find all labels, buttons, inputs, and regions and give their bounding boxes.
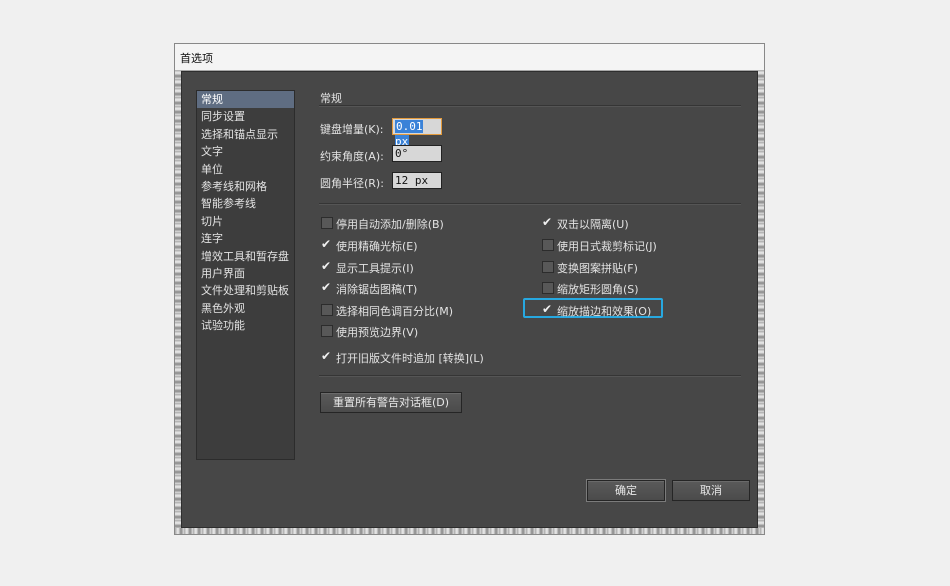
checkbox-label: 使用预览边界(V): [336, 326, 419, 339]
checkbox-box[interactable]: [321, 217, 333, 229]
ok-button[interactable]: 确定: [587, 480, 665, 501]
sidebar-item-smart-guides[interactable]: 智能参考线: [197, 195, 294, 212]
keyboard-increment-value: 0.01 px: [395, 120, 423, 148]
corner-radius-label: 圆角半径(R):: [320, 177, 384, 190]
checkbox-label: 双击以隔离(U): [557, 218, 629, 231]
checkbox-label: 消除锯齿图稿(T): [336, 283, 418, 296]
checkbox-box[interactable]: ✔: [321, 280, 333, 294]
divider: [319, 105, 741, 107]
checkbox-label: 缩放矩形圆角(S): [557, 283, 639, 296]
checkbox-label: 选择相同色调百分比(M): [336, 305, 454, 318]
frame-edge-bottom: [175, 528, 764, 534]
cancel-button[interactable]: 取消: [672, 480, 750, 501]
corner-radius-input[interactable]: 12 px: [392, 172, 442, 189]
checkbox-box[interactable]: ✔: [321, 349, 333, 363]
checkbox-label: 变换图案拼贴(F): [557, 262, 638, 275]
checkbox-label: 缩放描边和效果(O): [557, 305, 652, 318]
sidebar-item-experimental[interactable]: 试验功能: [197, 317, 294, 334]
sidebar-item-type[interactable]: 文字: [197, 143, 294, 160]
keyboard-increment-label: 键盘增量(K):: [320, 123, 384, 136]
sidebar-item-guides-grid[interactable]: 参考线和网格: [197, 178, 294, 195]
sidebar-item-sync-settings[interactable]: 同步设置: [197, 108, 294, 125]
checkbox-label: 停用自动添加/删除(B): [336, 218, 444, 231]
title-bar[interactable]: 首选项: [175, 44, 764, 71]
checkbox-box[interactable]: [542, 282, 554, 294]
checkbox-label: 使用精确光标(E): [336, 240, 418, 253]
checkbox-label: 显示工具提示(I): [336, 262, 414, 275]
checkbox-box[interactable]: ✔: [542, 302, 554, 316]
keyboard-increment-input[interactable]: 0.01 px: [392, 118, 442, 148]
divider: [319, 203, 741, 205]
sidebar-item-units[interactable]: 单位: [197, 161, 294, 178]
sidebar-item-user-interface[interactable]: 用户界面: [197, 265, 294, 282]
frame-edge-right: [758, 70, 764, 534]
checkmark-icon: ✔: [321, 349, 332, 363]
dialog-content: 常规 同步设置 选择和锚点显示 文字 单位 参考线和网格 智能参考线 切片 连字…: [181, 71, 758, 528]
sidebar-item-appearance-of-black[interactable]: 黑色外观: [197, 300, 294, 317]
dialog-title: 首选项: [180, 52, 213, 65]
divider: [319, 375, 741, 377]
checkbox-box[interactable]: [321, 304, 333, 316]
section-title: 常规: [320, 92, 342, 105]
checkmark-icon: ✔: [321, 280, 332, 294]
constrain-angle-input[interactable]: 0°: [392, 145, 442, 162]
sidebar-item-general[interactable]: 常规: [197, 91, 294, 109]
constrain-angle-label: 约束角度(A):: [320, 150, 384, 163]
checkbox-box[interactable]: ✔: [321, 237, 333, 251]
checkmark-icon: ✔: [542, 302, 553, 316]
checkbox-box[interactable]: [542, 239, 554, 251]
checkmark-icon: ✔: [542, 215, 553, 229]
checkbox-label: 打开旧版文件时追加 [转换](L): [336, 352, 484, 365]
sidebar-item-file-handling-clipboard[interactable]: 文件处理和剪贴板: [197, 282, 294, 299]
sidebar-item-plugins-scratch-disks[interactable]: 增效工具和暂存盘: [197, 248, 294, 265]
reset-all-warning-dialogs-button[interactable]: 重置所有警告对话框(D): [320, 392, 462, 413]
checkbox-box[interactable]: ✔: [542, 215, 554, 229]
preferences-dialog: 首选项 常规 同步设置 选择和锚点显示 文字 单位 参考线和网格 智能参考线 切…: [175, 44, 764, 534]
sidebar-item-selection-anchor-display[interactable]: 选择和锚点显示: [197, 126, 294, 143]
checkbox-label: 使用日式裁剪标记(J): [557, 240, 657, 253]
sidebar-item-hyphenation[interactable]: 连字: [197, 230, 294, 247]
category-list[interactable]: 常规 同步设置 选择和锚点显示 文字 单位 参考线和网格 智能参考线 切片 连字…: [196, 90, 295, 460]
checkbox-box[interactable]: ✔: [321, 259, 333, 273]
checkmark-icon: ✔: [321, 259, 332, 273]
checkbox-box[interactable]: [542, 261, 554, 273]
checkbox-box[interactable]: [321, 325, 333, 337]
general-panel: 常规 键盘增量(K): 0.01 px 约束角度(A): 0° 圆角半径(R):…: [313, 72, 757, 527]
checkmark-icon: ✔: [321, 237, 332, 251]
sidebar-item-slices[interactable]: 切片: [197, 213, 294, 230]
